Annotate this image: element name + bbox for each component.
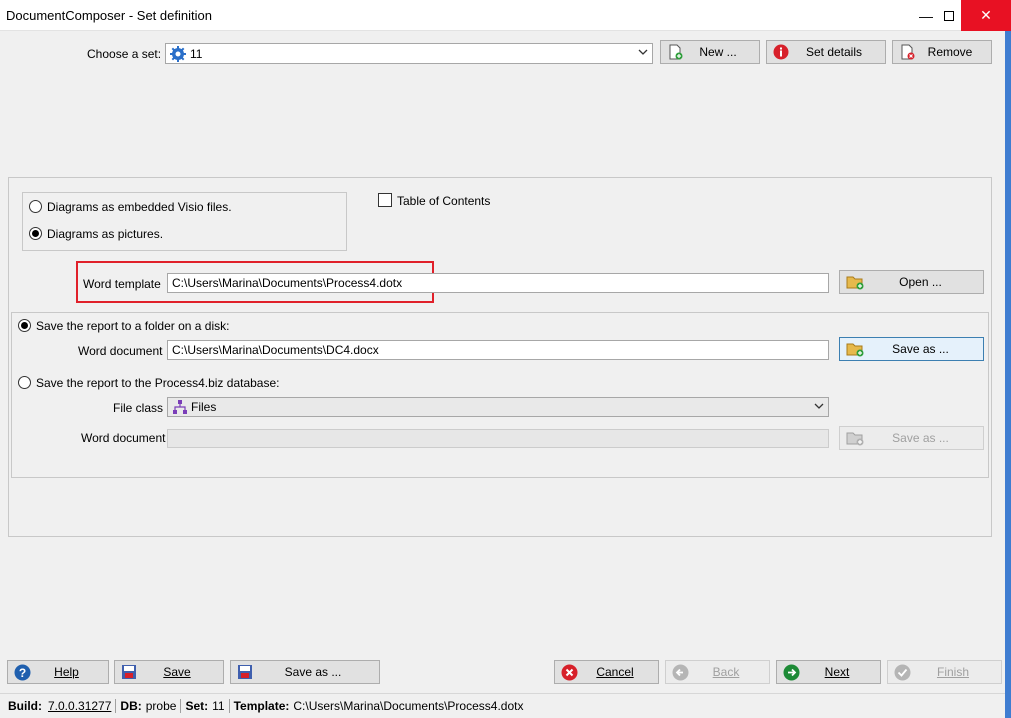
set-value: 11 xyxy=(212,699,225,713)
set-label: Set: xyxy=(185,699,209,713)
help-icon: ? xyxy=(14,664,31,681)
hierarchy-icon xyxy=(172,400,188,414)
diagrams-visio-label: Diagrams as embedded Visio files. xyxy=(47,200,232,214)
save-as-folder-button[interactable]: Save as ... xyxy=(839,337,984,361)
remove-set-button[interactable]: Remove xyxy=(892,40,992,64)
choose-set-label: Choose a set: xyxy=(87,47,162,61)
chevron-down-icon xyxy=(814,403,824,409)
close-icon: ✕ xyxy=(980,7,992,23)
file-class-label: File class xyxy=(113,401,164,415)
cancel-button[interactable]: Cancel xyxy=(554,660,659,684)
finish-button[interactable]: Finish xyxy=(887,660,1002,684)
back-button[interactable]: Back xyxy=(665,660,770,684)
close-button[interactable]: ✕ xyxy=(961,0,1011,31)
word-template-input[interactable]: C:\Users\Marina\Documents\Process4.dotx xyxy=(167,273,829,293)
set-combo[interactable]: 11 xyxy=(165,43,653,64)
title-bar: DocumentComposer - Set definition — ✕ xyxy=(0,0,1011,31)
status-separator xyxy=(180,699,182,713)
maximize-icon xyxy=(944,10,954,21)
file-class-combo[interactable]: Files xyxy=(167,397,829,417)
toc-checkbox[interactable] xyxy=(378,193,392,207)
template-label: Template: xyxy=(233,699,290,713)
svg-text:?: ? xyxy=(19,666,26,680)
db-label: DB: xyxy=(120,699,142,713)
open-folder-icon xyxy=(846,274,864,290)
save-as-db-button[interactable]: Save as ... xyxy=(839,426,984,450)
back-arrow-icon xyxy=(672,664,689,681)
word-document-input[interactable]: C:\Users\Marina\Documents\DC4.docx xyxy=(167,340,829,360)
save-folder-radio[interactable] xyxy=(18,319,31,332)
set-combo-value: 11 xyxy=(190,46,203,61)
save-button[interactable]: Save xyxy=(114,660,224,684)
template-value: C:\Users\Marina\Documents\Process4.dotx xyxy=(293,699,524,713)
next-button[interactable]: Next xyxy=(776,660,881,684)
open-template-label: Open ... xyxy=(899,275,942,289)
db-word-document-input[interactable] xyxy=(167,429,829,448)
build-link[interactable]: 7.0.0.31277 xyxy=(48,699,111,713)
new-set-label: New ... xyxy=(699,45,737,59)
set-details-button[interactable]: Set details xyxy=(766,40,886,64)
db-word-document-label: Word document xyxy=(81,431,166,445)
new-set-button[interactable]: New ... xyxy=(660,40,760,64)
save-folder-label: Save the report to a folder on a disk: xyxy=(36,319,230,333)
save-as-icon xyxy=(237,664,253,680)
remove-document-icon xyxy=(899,44,915,60)
save-db-label: Save the report to the Process4.biz data… xyxy=(36,376,280,390)
build-label: Build: xyxy=(8,699,42,713)
save-label: Save xyxy=(163,665,191,679)
diagrams-pictures-radio[interactable] xyxy=(29,227,42,240)
radio-dot xyxy=(21,322,28,329)
toc-label: Table of Contents xyxy=(397,194,491,208)
status-separator xyxy=(228,699,230,713)
save-db-radio[interactable] xyxy=(18,376,31,389)
save-as-folder-label: Save as ... xyxy=(892,342,949,356)
set-gear-icon xyxy=(170,45,186,62)
word-document-label: Word document xyxy=(78,344,163,358)
diagrams-pictures-label: Diagrams as pictures. xyxy=(47,227,164,241)
word-template-value: C:\Users\Marina\Documents\Process4.dotx xyxy=(172,276,403,290)
back-label: Back xyxy=(712,665,740,679)
help-label: Help xyxy=(54,665,79,679)
remove-set-label: Remove xyxy=(927,45,973,59)
word-document-value: C:\Users\Marina\Documents\DC4.docx xyxy=(172,343,379,357)
window-title: DocumentComposer - Set definition xyxy=(6,8,212,23)
save-as-label: Save as ... xyxy=(284,665,342,679)
cancel-icon xyxy=(561,664,578,681)
new-document-icon xyxy=(667,44,683,60)
db-value: probe xyxy=(145,699,177,713)
info-icon xyxy=(773,44,789,60)
radio-dot xyxy=(32,230,39,237)
save-folder-icon xyxy=(846,430,864,446)
open-template-button[interactable]: Open ... xyxy=(839,270,984,294)
chevron-down-icon xyxy=(638,49,648,55)
diagrams-visio-radio[interactable] xyxy=(29,200,42,213)
cancel-label: Cancel xyxy=(596,665,634,679)
word-template-label: Word template xyxy=(83,277,161,291)
help-button[interactable]: ? Help xyxy=(7,660,109,684)
set-details-label: Set details xyxy=(805,45,863,59)
finish-label: Finish xyxy=(936,665,969,679)
save-icon xyxy=(121,664,137,680)
next-arrow-icon xyxy=(783,664,800,681)
save-folder-icon xyxy=(846,341,864,357)
save-as-db-label: Save as ... xyxy=(892,431,949,445)
window-border xyxy=(1005,31,1011,718)
file-class-value: Files xyxy=(191,400,217,414)
status-separator xyxy=(115,699,117,713)
status-bar: Build: 7.0.0.31277 DB: probe Set: 11 Tem… xyxy=(0,693,1005,718)
save-as-button[interactable]: Save as ... xyxy=(230,660,380,684)
next-label: Next xyxy=(824,665,850,679)
checkmark-icon xyxy=(894,664,911,681)
